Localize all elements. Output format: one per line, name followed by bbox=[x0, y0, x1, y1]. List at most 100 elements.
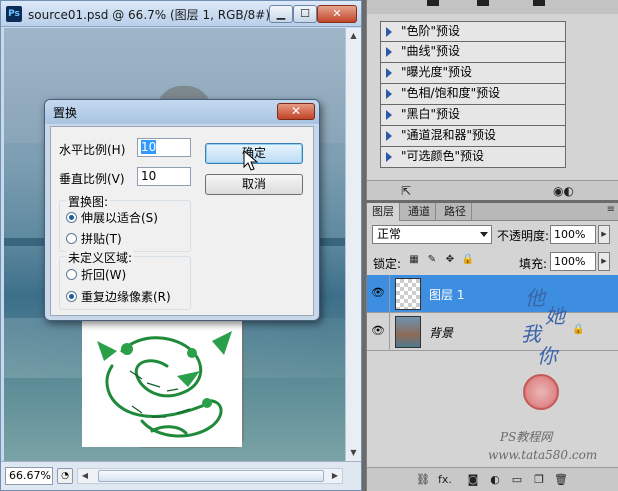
preset-black-white[interactable]: "黑白"预设 bbox=[380, 105, 566, 126]
opacity-label: 不透明度: bbox=[497, 229, 550, 243]
tab-paths[interactable]: 路径 bbox=[439, 203, 472, 221]
chevron-down-icon bbox=[480, 232, 488, 237]
cancel-button[interactable]: 取消 bbox=[205, 174, 303, 195]
scroll-thumb[interactable] bbox=[98, 470, 324, 482]
panel-tabs: 图层 通道 路径 ≡ bbox=[367, 203, 618, 221]
horizontal-scale-value: 10 bbox=[141, 140, 157, 154]
watermark-signature: 他 她 我 你 bbox=[515, 280, 605, 440]
horizontal-scrollbar[interactable]: ◀ ▶ bbox=[77, 468, 343, 484]
mouse-cursor-icon bbox=[243, 150, 259, 171]
stretch-radio-icon[interactable] bbox=[66, 212, 77, 223]
fill-input[interactable]: 100% bbox=[550, 252, 596, 271]
layer-thumbnail bbox=[395, 278, 421, 310]
vertical-scale-input[interactable]: 10 bbox=[137, 167, 191, 186]
vertical-scrollbar[interactable]: ▲ ▼ bbox=[345, 28, 361, 461]
scroll-up-icon[interactable]: ▲ bbox=[346, 28, 361, 44]
adjustments-bottom-bar: ⇱ ◉◐ bbox=[367, 180, 618, 200]
adjustment-presets-list: "色阶"预设 "曲线"预设 "曝光度"预设 "色相/饱和度"预设 "黑白"预设 … bbox=[380, 21, 566, 168]
row-divider bbox=[389, 313, 390, 351]
dialog-close-button[interactable]: ✕ bbox=[277, 103, 315, 120]
blend-mode-value: 正常 bbox=[377, 227, 402, 241]
preset-hue-saturation[interactable]: "色相/饱和度"预设 bbox=[380, 84, 566, 105]
lock-label: 锁定: bbox=[373, 257, 402, 271]
repeat-edge-radio-icon[interactable] bbox=[66, 291, 77, 302]
back-to-list-icon[interactable]: ⇱ bbox=[401, 184, 411, 198]
repeat-edge-label: 重复边缘像素(R) bbox=[81, 290, 171, 304]
dragon-art-icon bbox=[97, 331, 232, 438]
blend-mode-select[interactable]: 正常 bbox=[372, 225, 492, 244]
preset-curves[interactable]: "曲线"预设 bbox=[380, 42, 566, 63]
adjustment-swatch-icon[interactable] bbox=[477, 0, 489, 6]
watermark-site-url: www.tata580.com bbox=[488, 448, 598, 462]
status-info-icon[interactable]: ◔ bbox=[57, 468, 73, 484]
photoshop-logo-icon: Ps bbox=[6, 6, 22, 22]
expand-arrow-icon bbox=[386, 47, 392, 57]
layer-name[interactable]: 背景 bbox=[429, 324, 453, 341]
repeat-edge-option[interactable]: 重复边缘像素(R) bbox=[66, 288, 171, 305]
link-icon[interactable]: ⛓ bbox=[415, 472, 431, 488]
preset-label: "黑白"预设 bbox=[401, 107, 461, 121]
adjustments-panel: "色阶"预设 "曲线"预设 "曝光度"预设 "色相/饱和度"预设 "黑白"预设 … bbox=[366, 0, 618, 200]
zoom-field[interactable]: 66.67% bbox=[5, 467, 53, 485]
watermark-site-name: PS教程网 bbox=[500, 430, 553, 444]
fill-slider-arrow-icon[interactable]: ▶ bbox=[598, 252, 610, 271]
new-layer-icon[interactable]: ❐ bbox=[531, 472, 547, 488]
adjustment-icon[interactable]: ◐ bbox=[487, 472, 503, 488]
wrap-radio-icon[interactable] bbox=[66, 269, 77, 280]
lock-move-icon[interactable]: ✥ bbox=[443, 253, 457, 267]
expand-arrow-icon bbox=[386, 27, 392, 37]
preset-selective-color[interactable]: "可选颜色"预设 bbox=[380, 147, 566, 168]
tile-option[interactable]: 拼贴(T) bbox=[66, 230, 122, 247]
lock-all-icon[interactable]: 🔒 bbox=[461, 253, 475, 267]
fx-icon[interactable]: fx. bbox=[437, 472, 453, 488]
tab-layers[interactable]: 图层 bbox=[367, 203, 400, 221]
expand-arrow-icon bbox=[386, 110, 392, 120]
preset-label: "曲线"预设 bbox=[401, 44, 461, 58]
tab-channels[interactable]: 通道 bbox=[403, 203, 436, 221]
displacement-map-legend: 置换图: bbox=[66, 193, 111, 210]
dialog-title: 置换 bbox=[53, 106, 78, 120]
scroll-right-icon[interactable]: ▶ bbox=[328, 469, 342, 483]
panel-menu-icon[interactable]: ≡ bbox=[607, 204, 615, 215]
displace-dialog: 置换 ✕ 水平比例(H) 10 垂直比例(V) 10 确定 取消 置换图: 伸展… bbox=[44, 99, 320, 321]
preset-label: "可选颜色"预设 bbox=[401, 149, 485, 163]
wrap-around-option[interactable]: 折回(W) bbox=[66, 266, 126, 283]
tile-radio-icon[interactable] bbox=[66, 233, 77, 244]
preset-levels[interactable]: "色阶"预设 bbox=[380, 21, 566, 42]
minimize-button[interactable]: ▁ bbox=[269, 5, 293, 23]
dialog-titlebar[interactable]: 置换 ✕ bbox=[45, 100, 319, 124]
adjustment-swatch-icon[interactable] bbox=[427, 0, 439, 6]
lock-transparent-icon[interactable]: ▦ bbox=[407, 253, 421, 267]
dragon-image-layer bbox=[82, 321, 242, 447]
stretch-to-fit-option[interactable]: 伸展以适合(S) bbox=[66, 209, 158, 226]
layer-name[interactable]: 图层 1 bbox=[429, 286, 464, 303]
scroll-down-icon[interactable]: ▼ bbox=[346, 445, 361, 461]
mask-icon[interactable]: ◙ bbox=[465, 472, 481, 488]
stretch-label: 伸展以适合(S) bbox=[81, 211, 158, 225]
expand-arrow-icon bbox=[386, 131, 392, 141]
eye-icon[interactable]: 👁 bbox=[370, 323, 386, 339]
undefined-areas-group: 未定义区域: 折回(W) 重复边缘像素(R) bbox=[59, 249, 191, 310]
adjustment-swatch-icon[interactable] bbox=[533, 0, 545, 6]
horizontal-scale-input[interactable]: 10 bbox=[137, 138, 191, 157]
eye-icon[interactable]: 👁 bbox=[370, 285, 386, 301]
opacity-input[interactable]: 100% bbox=[550, 225, 596, 244]
preset-label: "色相/饱和度"预设 bbox=[401, 86, 501, 100]
trash-icon[interactable]: 🗑 bbox=[553, 472, 569, 488]
clip-mask-icon[interactable]: ◉◐ bbox=[553, 184, 574, 198]
preset-exposure[interactable]: "曝光度"预设 bbox=[380, 63, 566, 84]
maximize-button[interactable]: ☐ bbox=[293, 5, 317, 23]
undefined-areas-legend: 未定义区域: bbox=[66, 249, 135, 266]
document-title: source01.psd @ 66.7% (图层 1, RGB/8#) * bbox=[28, 8, 280, 22]
status-bar: 66.67% ◔ ◀ ▶ bbox=[1, 461, 361, 490]
scroll-left-icon[interactable]: ◀ bbox=[78, 469, 92, 483]
lock-paint-icon[interactable]: ✎ bbox=[425, 253, 439, 267]
preset-channel-mixer[interactable]: "通道混和器"预设 bbox=[380, 126, 566, 147]
watermark-char: 你 bbox=[537, 344, 557, 368]
layer-thumbnail bbox=[395, 316, 421, 348]
opacity-slider-arrow-icon[interactable]: ▶ bbox=[598, 225, 610, 244]
document-titlebar[interactable]: Ps source01.psd @ 66.7% (图层 1, RGB/8#) *… bbox=[1, 1, 361, 27]
layers-bottom-bar: ⛓ fx. ◙ ◐ ▭ ❐ 🗑 bbox=[367, 467, 618, 491]
group-icon[interactable]: ▭ bbox=[509, 472, 525, 488]
close-window-button[interactable]: ✕ bbox=[317, 5, 357, 23]
